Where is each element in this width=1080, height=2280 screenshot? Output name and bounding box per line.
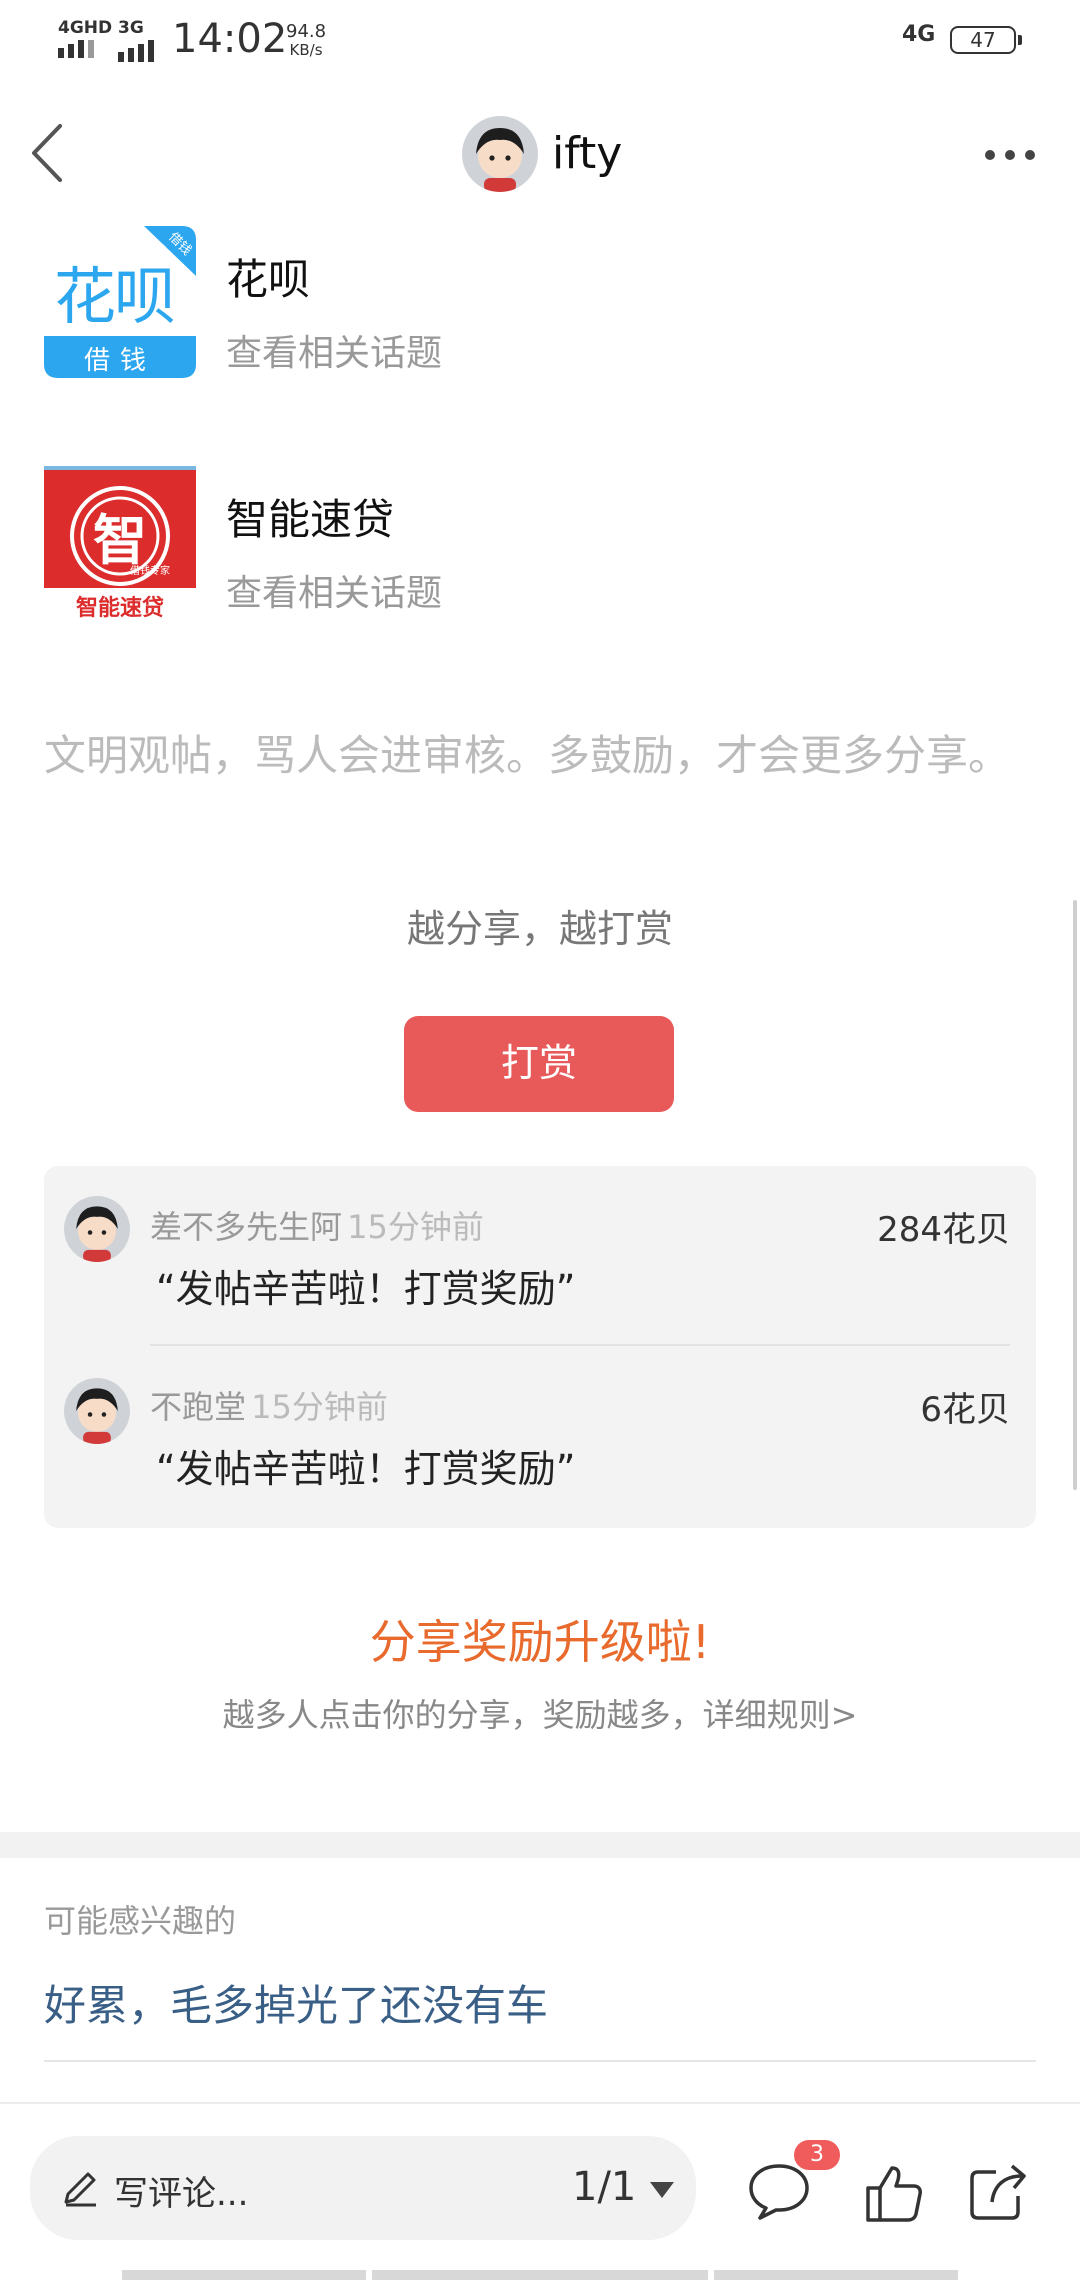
reward-button[interactable]: 打赏 — [404, 1016, 674, 1112]
pencil-icon — [64, 2172, 96, 2207]
reward-records: 差不多先生阿 15分钟前 284花贝 “发帖辛苦啦！打赏奖励” 不跑堂 15分钟… — [44, 1166, 1036, 1528]
huabei-app-icon[interactable]: 花呗 借钱 借钱版 — [44, 226, 196, 378]
comment-bubble-icon — [749, 2164, 809, 2220]
tip-amount: 6花贝 — [920, 1390, 1010, 1430]
huabei-logo-sub: 借钱 — [83, 346, 156, 376]
more-button[interactable] — [980, 138, 1040, 172]
smart-loan-logo-sub: 智能速贷 — [75, 596, 164, 621]
related-topics-link-smart-loan[interactable]: 查看相关话题 — [226, 564, 442, 616]
signal-1: 4GHD — [58, 18, 112, 58]
comment-input[interactable]: 写评论... 1/1 — [30, 2136, 696, 2240]
signal-bars-icon — [118, 40, 154, 62]
app-name-smart-loan[interactable]: 智能速贷 — [226, 486, 394, 547]
reward-slogan: 越分享，越打赏 — [406, 907, 673, 951]
thumbs-up-icon — [866, 2166, 922, 2222]
smart-loan-logo-text: 智 — [93, 509, 147, 572]
divider — [150, 1344, 1010, 1346]
avatar[interactable] — [462, 116, 538, 192]
network-label-3: 4G — [902, 22, 936, 47]
network-label-2: 3G — [118, 18, 144, 38]
tip-time: 15分钟前 — [347, 1208, 484, 1246]
network-speed: 94.8 KB/s — [286, 22, 326, 60]
tip-meta: 不跑堂 15分钟前 — [150, 1382, 388, 1428]
interest-section-label: 可能感兴趣的 — [44, 1902, 237, 1940]
avatar[interactable] — [64, 1196, 130, 1262]
tip-meta: 差不多先生阿 15分钟前 — [150, 1202, 484, 1248]
comment-placeholder: 写评论... — [114, 2174, 249, 2214]
clock: 14:02 — [172, 16, 288, 62]
related-post-link[interactable]: 好累，毛多掉光了还没有车 — [44, 1972, 548, 2033]
page-indicator[interactable]: 1/1 — [572, 2164, 636, 2210]
community-notice: 文明观帖，骂人会进审核。多鼓励，才会更多分享。 — [44, 731, 1011, 780]
tip-message: “发帖辛苦啦！打赏奖励” — [156, 1447, 576, 1491]
back-button[interactable] — [24, 120, 74, 186]
related-topics-link-huabei[interactable]: 查看相关话题 — [226, 324, 442, 376]
signal-bars-icon — [58, 40, 112, 58]
chevron-left-icon — [32, 124, 62, 182]
share-promo-title: 分享奖励升级啦! — [369, 1615, 711, 1669]
tipper-name[interactable]: 不跑堂 — [150, 1388, 246, 1426]
comments-button[interactable] — [746, 2160, 812, 2222]
huabei-logo-text: 花呗 — [54, 260, 176, 333]
smart-loan-app-icon[interactable]: 智 借钱专家 智能速贷 — [44, 466, 196, 621]
comment-count-badge: 3 — [794, 2140, 840, 2170]
smart-loan-logo-ring: 借钱专家 — [130, 566, 170, 577]
gesture-bar — [122, 2270, 958, 2280]
tipper-name[interactable]: 差不多先生阿 — [150, 1208, 342, 1246]
avatar-image — [64, 1196, 130, 1262]
speed-value: 94.8 — [286, 21, 327, 42]
battery-icon: 47 — [950, 26, 1022, 54]
network-label-1: 4GHD — [58, 18, 113, 38]
signal-2: 3G — [118, 18, 154, 62]
bottom-bar-border — [0, 2102, 1080, 2104]
share-button[interactable] — [966, 2160, 1032, 2224]
app-name-huabei[interactable]: 花呗 — [226, 246, 310, 307]
more-dots-icon — [985, 150, 1035, 160]
tip-time: 15分钟前 — [251, 1388, 388, 1426]
avatar[interactable] — [64, 1378, 130, 1444]
caret-down-icon[interactable] — [648, 2180, 676, 2200]
page-title: ifty — [552, 128, 623, 179]
speed-unit: KB/s — [289, 41, 323, 59]
like-button[interactable] — [862, 2162, 924, 2224]
scrollbar[interactable] — [1073, 900, 1077, 1490]
divider — [44, 2060, 1036, 2062]
share-icon — [970, 2164, 1026, 2220]
share-rules-link[interactable]: 越多人点击你的分享，奖励越多，详细规则> — [0, 1690, 1080, 1736]
tip-message: “发帖辛苦啦！打赏奖励” — [156, 1267, 576, 1311]
status-bar: 4GHD 3G 14:02 94.8 KB/s 4G 47 — [0, 0, 1080, 80]
avatar-image — [64, 1378, 130, 1444]
avatar-image — [462, 116, 538, 192]
tip-amount: 284花贝 — [877, 1210, 1010, 1250]
section-divider — [0, 1832, 1080, 1858]
